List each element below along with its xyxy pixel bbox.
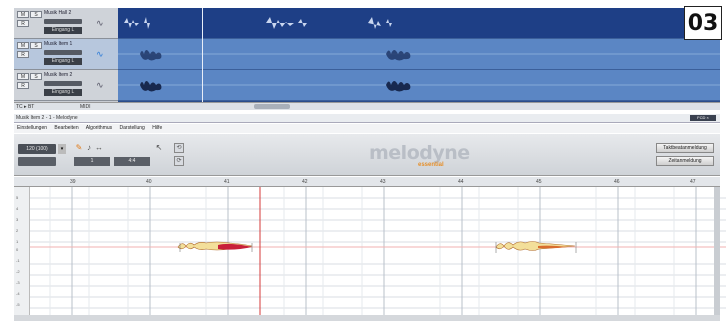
audio-lane[interactable] [118, 8, 720, 39]
bar-ruler[interactable]: 39 40 41 42 43 44 45 46 47 [14, 177, 720, 187]
ruler-tick: 47 [690, 179, 696, 185]
main-tool-icon[interactable]: ✎ [74, 143, 84, 153]
ruler-tick: 39 [70, 179, 76, 185]
pitch-label: -4 [16, 291, 20, 296]
mute-button[interactable]: M [17, 42, 29, 49]
track-header[interactable]: M S R Musik Hall 2 Eingang L ∿ [14, 8, 118, 39]
audio-wave-icon: ∿ [96, 49, 104, 59]
pitch-label: 0 [16, 247, 19, 252]
menu-item-einstellungen[interactable]: Einstellungen [17, 125, 47, 131]
info-field [18, 157, 56, 166]
screenshot-frame: 03 M S R Musik Hall 2 Eingang L ∿ M S R … [0, 0, 726, 323]
chevron-down-icon[interactable]: ▾ [58, 144, 66, 154]
volume-fader[interactable] [44, 81, 82, 86]
tempo-detect-button[interactable]: Taktbeatanmeldung [656, 143, 714, 153]
menu-item-hilfe[interactable]: Hilfe [152, 125, 162, 131]
record-button[interactable]: R [17, 20, 29, 27]
note-blob[interactable] [495, 241, 577, 254]
redo-icon[interactable]: ⟳ [174, 156, 184, 166]
pointer-icon[interactable]: ↖ [154, 143, 164, 153]
audio-wave-icon: ∿ [96, 18, 104, 28]
record-button[interactable]: R [17, 82, 29, 89]
pitch-label: -2 [16, 269, 20, 274]
volume-fader[interactable] [44, 50, 82, 55]
menu-item-algorithmus[interactable]: Algorithmus [86, 125, 112, 131]
melodyne-logo: melodyne [369, 142, 470, 164]
waveform [118, 50, 720, 61]
pitch-ruler: 5 4 3 2 1 0 -1 -2 -3 -4 -5 [14, 187, 30, 315]
ruler-tick: 43 [380, 179, 386, 185]
time-detect-button[interactable]: Zeitanmeldung [656, 156, 714, 166]
arranger-scrollbar[interactable]: TC ▸ BT MIDI [14, 102, 720, 110]
tempo-field[interactable]: 120 (100) [18, 144, 56, 154]
ruler-tick: 46 [614, 179, 620, 185]
ruler-tick: 45 [536, 179, 542, 185]
audio-lane[interactable] [118, 39, 720, 70]
editor-bottom-scrollbar[interactable] [14, 315, 720, 321]
pitch-tool-icon[interactable]: ♪ [84, 143, 94, 153]
solo-button[interactable]: S [30, 11, 42, 18]
track-header[interactable]: M S R Musik Item 1 Eingang L ∿ [14, 39, 118, 70]
pitch-label: -5 [16, 302, 20, 307]
time-tool-icon[interactable]: ↔ [94, 143, 104, 153]
note-editor[interactable]: 5 4 3 2 1 0 -1 -2 -3 -4 -5 [14, 187, 726, 315]
pitch-label: 3 [16, 217, 19, 222]
value-field[interactable]: 1 [74, 157, 110, 166]
pitch-label: 5 [16, 195, 19, 200]
pitch-label: 4 [16, 206, 19, 211]
pitch-label: 1 [16, 239, 19, 244]
audio-lane[interactable] [118, 70, 720, 101]
midi-label: MIDI [80, 104, 91, 110]
value-field[interactable]: 4:4 [114, 157, 150, 166]
scrollbar-thumb[interactable] [254, 104, 290, 109]
volume-fader[interactable] [44, 19, 82, 24]
playhead-cursor[interactable] [202, 8, 203, 102]
audio-wave-icon: ∿ [96, 80, 104, 90]
pitch-label: -1 [16, 258, 20, 263]
waveform [124, 17, 392, 29]
track-header[interactable]: M S R Musik Item 2 Eingang L ∿ [14, 70, 118, 101]
track-name: Musik Item 1 [44, 41, 73, 47]
note-blob[interactable] [177, 241, 253, 252]
step-number-badge: 03 [684, 6, 722, 40]
track-name: Musik Hall 2 [44, 10, 72, 16]
input-selector[interactable]: Eingang L [44, 27, 82, 34]
ruler-tick: 42 [302, 179, 308, 185]
note-grid[interactable] [30, 187, 726, 315]
vertical-scrollbar[interactable] [714, 187, 720, 315]
record-button[interactable]: R [17, 51, 29, 58]
time-format-label: TC ▸ BT [16, 104, 35, 110]
melodyne-title-bar: Musik Item 2 - 1 - Melodyne FCD × [14, 114, 720, 123]
menu-bar: Einstellungen Bearbeiten Algorithmus Dar… [14, 124, 720, 133]
mute-button[interactable]: M [17, 11, 29, 18]
pitch-label: -3 [16, 280, 20, 285]
ruler-tick: 40 [146, 179, 152, 185]
undo-icon[interactable]: ⟲ [174, 143, 184, 153]
mute-button[interactable]: M [17, 73, 29, 80]
window-controls[interactable]: FCD × [690, 115, 716, 121]
arranger-window: M S R Musik Hall 2 Eingang L ∿ M S R Mus… [14, 8, 720, 110]
melodyne-toolbar: 120 (100) ▾ ✎ ♪ ↔ 1 4:4 ↖ ⟲ ⟳ melodyne e… [14, 134, 720, 176]
track-header-column: M S R Musik Hall 2 Eingang L ∿ M S R Mus… [14, 8, 118, 102]
ruler-tick: 41 [224, 179, 230, 185]
window-title: Musik Item 2 - 1 - Melodyne [16, 115, 78, 121]
input-selector[interactable]: Eingang L [44, 89, 82, 96]
solo-button[interactable]: S [30, 73, 42, 80]
input-selector[interactable]: Eingang L [44, 58, 82, 65]
waveform [118, 81, 720, 92]
ruler-tick: 44 [458, 179, 464, 185]
pitch-label: 2 [16, 228, 19, 233]
menu-item-darstellung[interactable]: Darstellung [120, 125, 145, 131]
menu-item-bearbeiten[interactable]: Bearbeiten [54, 125, 78, 131]
melodyne-edition: essential [418, 162, 444, 168]
track-name: Musik Item 2 [44, 72, 73, 78]
solo-button[interactable]: S [30, 42, 42, 49]
track-lanes[interactable] [118, 8, 720, 102]
